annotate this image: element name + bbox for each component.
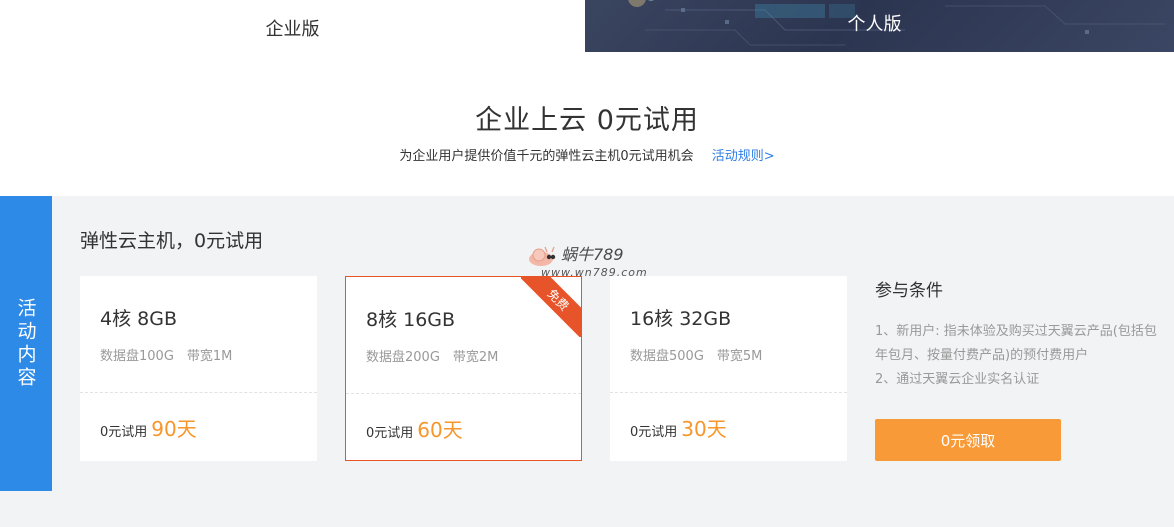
free-ribbon-label: 免费 [521, 277, 581, 337]
trial-label: 0元试用 [100, 425, 148, 440]
trial-days: 30天 [681, 417, 727, 441]
card-divider [346, 393, 581, 394]
trial-label: 0元试用 [630, 425, 678, 440]
plan-card-4c8g[interactable]: 4核 8GB 数据盘100G 带宽1M 0元试用 90天 [80, 276, 317, 461]
conditions-title: 参与条件 [875, 281, 943, 301]
watermark-url: www.wn789.com [541, 266, 648, 279]
plan-spec: 4核 8GB [100, 308, 177, 330]
watermark-brand: 蜗牛789 [561, 245, 624, 264]
participation-conditions: 参与条件 1、新用户: 指未体验及购买过天翼云产品(包括包年包月、按量付费产品)… [875, 276, 1165, 392]
plan-detail: 数据盘200G 带宽2M [366, 350, 499, 365]
page-title: 企业上云 0元试用 [475, 105, 699, 136]
plan-trial: 0元试用 90天 [100, 413, 197, 442]
trial-label: 0元试用 [366, 426, 414, 441]
card-divider [80, 392, 317, 393]
trial-days: 90天 [151, 417, 197, 441]
free-ribbon: 免费 [521, 277, 581, 337]
snail-logo-icon [529, 246, 556, 266]
tab-personal[interactable]: 个人版 [585, 0, 1174, 52]
plan-trial: 0元试用 30天 [630, 413, 727, 442]
plan-detail: 数据盘100G 带宽1M [100, 349, 233, 364]
plan-spec: 16核 32GB [630, 308, 732, 330]
edition-tab-bar: 企业版 个人版 [0, 0, 1174, 52]
plan-card-8c16g[interactable]: 免费 8核 16GB 数据盘200G 带宽2M 0元试用 60天 [345, 276, 582, 461]
tab-personal-label: 个人版 [847, 14, 902, 35]
plan-detail: 数据盘500G 带宽5M [630, 349, 763, 364]
section-title: 弹性云主机，0元试用 [80, 230, 264, 252]
condition-item: 2、通过天翼云企业实名认证 [875, 372, 1040, 387]
activity-side-label-text: 活动内容 [14, 297, 37, 390]
subtitle-text: 为企业用户提供价值千元的弹性云主机0元试用机会 [399, 149, 694, 164]
tab-enterprise-label: 企业版 [265, 19, 320, 40]
tab-enterprise[interactable]: 企业版 [0, 0, 585, 52]
activity-rules-link[interactable]: 活动规则> [712, 149, 775, 164]
trial-days: 60天 [417, 418, 463, 442]
condition-item: 1、新用户: 指未体验及购买过天翼云产品(包括包年包月、按量付费产品)的预付费用… [875, 324, 1157, 363]
page-subtitle: 为企业用户提供价值千元的弹性云主机0元试用机会 活动规则> [0, 145, 1174, 164]
watermark: 蜗牛789 www.wn789.com [527, 240, 667, 285]
claim-button[interactable]: 0元领取 [875, 419, 1061, 461]
plan-trial: 0元试用 60天 [366, 414, 463, 443]
activity-side-label: 活动内容 [0, 196, 52, 491]
conditions-list: 1、新用户: 指未体验及购买过天翼云产品(包括包年包月、按量付费产品)的预付费用… [875, 320, 1165, 392]
plan-card-16c32g[interactable]: 16核 32GB 数据盘500G 带宽5M 0元试用 30天 [610, 276, 847, 461]
plan-spec: 8核 16GB [366, 309, 456, 331]
card-divider [610, 392, 847, 393]
